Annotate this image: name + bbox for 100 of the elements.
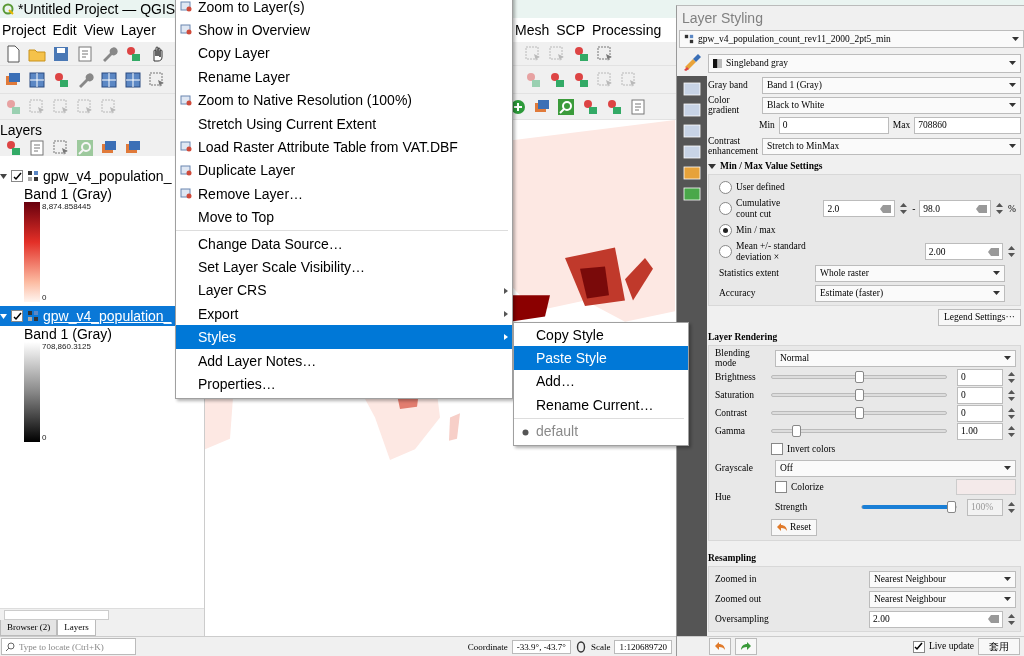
context-menu-item[interactable]: Remove Layer…: [176, 182, 512, 206]
spin-arrows-icon[interactable]: [1007, 387, 1016, 403]
layer-name[interactable]: gpw_v4_population_: [43, 168, 172, 184]
shapes-icon[interactable]: [548, 70, 566, 89]
layer-checkbox[interactable]: [11, 170, 23, 182]
accuracy-dropdown[interactable]: Estimate (faster): [815, 284, 1005, 302]
slider-handle[interactable]: [854, 389, 864, 401]
renderer-dropdown[interactable]: Singleband gray: [708, 53, 1021, 73]
document-icon[interactable]: [629, 97, 647, 116]
shapes-icon[interactable]: [124, 44, 142, 63]
horizontal-scrollbar[interactable]: [0, 608, 204, 620]
spin-arrows-icon[interactable]: [1007, 244, 1016, 259]
radio-button[interactable]: [719, 223, 732, 237]
context-menu-item[interactable]: Styles: [176, 325, 512, 349]
spin-field[interactable]: 0: [957, 386, 1003, 404]
menu-item[interactable]: Layer: [118, 22, 161, 38]
legend-settings-button[interactable]: Legend Settings···: [938, 308, 1021, 326]
spin-arrows-icon[interactable]: [1007, 611, 1016, 627]
spin-arrows-icon[interactable]: [1007, 405, 1016, 421]
context-menu-item[interactable]: Change Data Source…: [176, 231, 512, 256]
spin-field[interactable]: 2.00: [924, 243, 1003, 260]
expand-arrow-icon[interactable]: [708, 161, 716, 170]
layer-checkbox[interactable]: [11, 310, 23, 322]
shapes-icon[interactable]: [4, 139, 22, 157]
slider-handle[interactable]: [947, 501, 956, 513]
shapes-icon[interactable]: [572, 70, 590, 89]
spin-arrows-icon[interactable]: [1007, 423, 1016, 439]
scale-field[interactable]: 1:120689720: [614, 639, 672, 654]
context-menu-item[interactable]: Properties…: [176, 372, 512, 396]
context-menu-item[interactable]: Add Layer Notes…: [176, 348, 512, 373]
locator-search-field[interactable]: Type to locate (Ctrl+K): [1, 638, 136, 655]
redo-button[interactable]: [735, 638, 757, 655]
shapes-icon[interactable]: [581, 97, 599, 116]
max-field[interactable]: 708860: [914, 116, 1021, 134]
layer-name[interactable]: gpw_v4_population_: [43, 308, 172, 324]
new-file-icon[interactable]: [4, 44, 22, 63]
shapes-icon[interactable]: [605, 97, 623, 116]
context-menu-item[interactable]: Zoom to Native Resolution (100%): [176, 88, 512, 112]
checkbox[interactable]: [912, 640, 925, 653]
submenu-item[interactable]: Copy Style: [514, 323, 688, 347]
submenu-item[interactable]: Paste Style: [514, 346, 688, 370]
reset-button[interactable]: Reset: [771, 518, 818, 536]
zoomed-out-dropdown[interactable]: Nearest Neighbour: [869, 590, 1016, 608]
context-menu-item[interactable]: Show in Overview: [176, 18, 512, 42]
spin-field[interactable]: 0: [957, 404, 1003, 422]
context-menu-item[interactable]: Set Layer Scale Visibility…: [176, 255, 512, 279]
color-picker[interactable]: [956, 479, 1016, 495]
zoomed-in-dropdown[interactable]: Nearest Neighbour: [869, 570, 1016, 588]
statistics-extent-dropdown[interactable]: Whole raster: [815, 264, 1005, 282]
apply-button[interactable]: 套用: [978, 638, 1020, 655]
panel-tab[interactable]: Browser (2): [0, 620, 58, 636]
contrast-dropdown[interactable]: Stretch to MinMax: [762, 137, 1021, 155]
coordinate-field[interactable]: -33.9°, -43.7°: [511, 639, 571, 654]
grid-icon[interactable]: [124, 70, 142, 89]
menu-item[interactable]: View: [81, 22, 119, 38]
slider-handle[interactable]: [854, 371, 864, 383]
blending-mode-dropdown[interactable]: Normal: [775, 349, 1016, 367]
spin-arrows-icon[interactable]: [1007, 499, 1016, 515]
grid-icon[interactable]: [28, 70, 46, 89]
spin-field[interactable]: 98.0: [919, 200, 992, 217]
context-menu-item[interactable]: Zoom to Layer(s): [176, 0, 512, 19]
clear-icon[interactable]: [988, 615, 999, 623]
save-icon[interactable]: [52, 44, 70, 63]
clear-icon[interactable]: [988, 247, 999, 256]
collapse-arrow-icon[interactable]: [0, 172, 7, 180]
spin-field[interactable]: 0: [957, 368, 1003, 386]
context-menu-item[interactable]: Move to Top: [176, 205, 512, 229]
context-menu-item[interactable]: Rename Layer: [176, 65, 512, 89]
selection-icon[interactable]: [52, 139, 70, 157]
menu-item[interactable]: SCP: [554, 22, 591, 38]
checkbox[interactable]: [775, 481, 787, 493]
radio-button[interactable]: [719, 202, 732, 215]
submenu-item[interactable]: Rename Current…: [514, 393, 688, 417]
document-icon[interactable]: [28, 139, 46, 157]
undo-button[interactable]: [709, 638, 731, 655]
min-field[interactable]: 0: [778, 116, 889, 134]
selection-icon[interactable]: [596, 44, 614, 63]
color-gradient-dropdown[interactable]: Black to White: [762, 96, 1021, 114]
slider-handle[interactable]: [791, 425, 801, 437]
selection-icon[interactable]: [148, 70, 166, 89]
panel-tab[interactable]: Layers: [57, 620, 96, 636]
spin-arrows-icon[interactable]: [899, 201, 909, 216]
collapse-arrow-icon[interactable]: [0, 312, 7, 320]
radio-button[interactable]: [719, 180, 732, 194]
context-menu-item[interactable]: Layer CRS: [176, 278, 512, 303]
clear-icon[interactable]: [976, 204, 988, 213]
shapes-icon[interactable]: [52, 70, 70, 89]
checkbox[interactable]: [771, 443, 783, 455]
shapes-icon[interactable]: [572, 44, 590, 63]
radio-button[interactable]: [719, 245, 732, 258]
menu-item[interactable]: Mesh: [513, 22, 555, 38]
spin-arrows-icon[interactable]: [1007, 369, 1016, 385]
context-menu-item[interactable]: Load Raster Attribute Table from VAT.DBF: [176, 135, 512, 159]
menu-item[interactable]: Project: [0, 22, 51, 38]
paintbrush-icon[interactable]: [682, 53, 702, 73]
spin-field[interactable]: 2.00: [869, 610, 1003, 628]
menu-item[interactable]: Edit: [50, 22, 82, 38]
monochrome-mode-dropdown[interactable]: Off: [775, 459, 1016, 477]
context-menu-item[interactable]: Duplicate Layer: [176, 158, 512, 183]
slider-handle[interactable]: [854, 407, 864, 419]
